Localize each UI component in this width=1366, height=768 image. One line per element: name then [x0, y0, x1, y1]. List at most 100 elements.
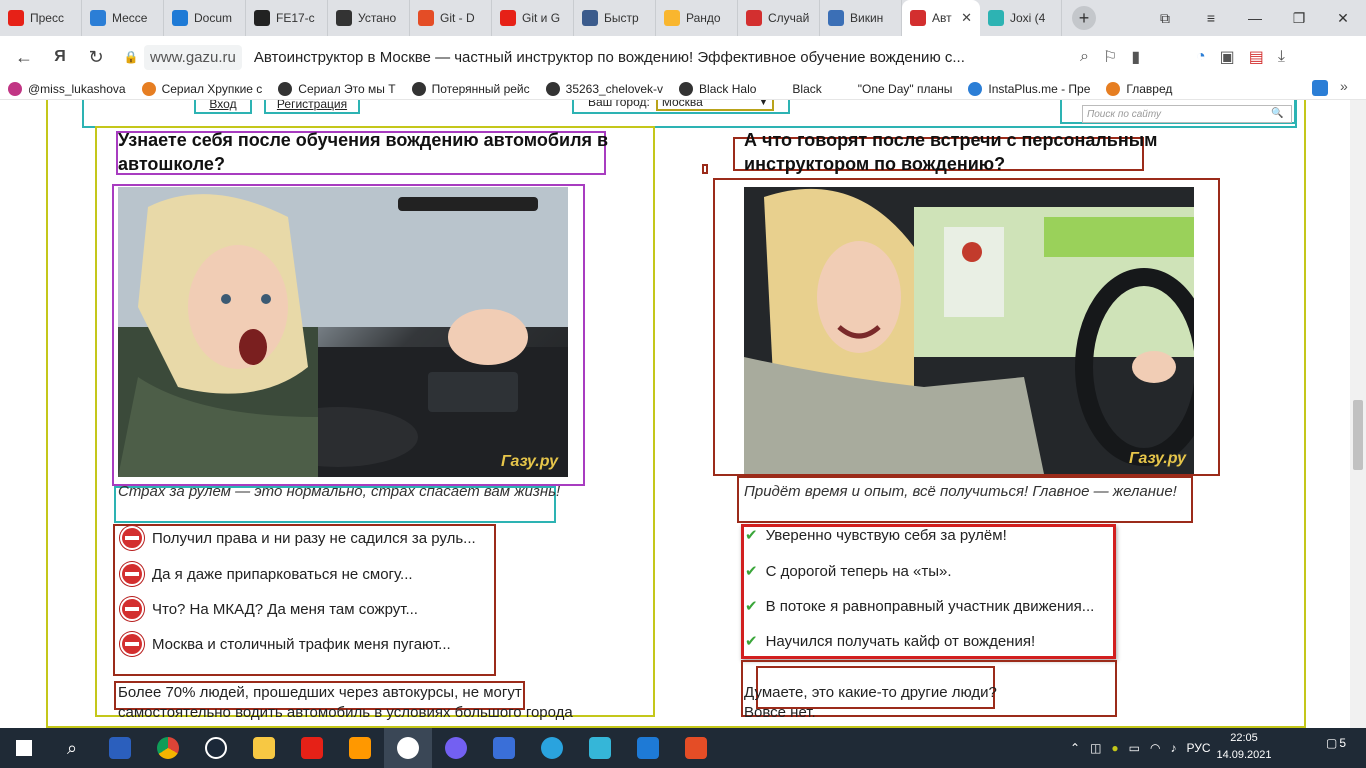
- language-indicator[interactable]: РУС: [1186, 741, 1210, 755]
- bookmark-item[interactable]: 35263_chelovek-v: [538, 81, 671, 96]
- browser-tab[interactable]: Пресс: [0, 0, 82, 36]
- bookmark-item[interactable]: Сериал Это мы Т: [270, 81, 403, 96]
- tab-favicon-icon: [336, 10, 352, 26]
- browser-tab[interactable]: Git и G: [492, 0, 574, 36]
- tab-favicon-icon: [828, 10, 844, 26]
- scrollbar-thumb[interactable]: [1353, 400, 1363, 470]
- bookmark-favicon-icon: [679, 81, 694, 96]
- site-search-input[interactable]: Поиск по сайту: [1082, 105, 1292, 123]
- register-link[interactable]: Регистрация: [264, 100, 360, 114]
- no-entry-icon: [120, 597, 144, 621]
- browser-tab[interactable]: Мессе: [82, 0, 164, 36]
- list-item: ✔ Научился получать кайф от вождения!: [745, 632, 1036, 651]
- bookmark-favicon-icon: [8, 81, 22, 96]
- browser-tab[interactable]: Авт ✕: [902, 0, 980, 36]
- chevron-up-icon[interactable]: ⌃: [1070, 741, 1080, 755]
- browser-tab[interactable]: Случай: [738, 0, 820, 36]
- chevron-down-icon: ▼: [758, 100, 768, 107]
- download-icon[interactable]: ⤓: [1278, 48, 1285, 66]
- notifications-icon[interactable]: ▢ 5: [1326, 736, 1346, 750]
- browser-tab[interactable]: Викин: [820, 0, 902, 36]
- login-link[interactable]: Вход: [194, 100, 252, 114]
- browser-tab[interactable]: Быстр: [574, 0, 656, 36]
- extensions-icon[interactable]: ⚐: [1103, 47, 1117, 67]
- tray-app-icon[interactable]: ●: [1111, 741, 1118, 755]
- wifi-icon[interactable]: ◠: [1150, 741, 1160, 755]
- right-paragraph-line2: Вовсе нет.: [744, 704, 816, 721]
- browser-tab[interactable]: FE17-c: [246, 0, 328, 36]
- back-icon[interactable]: ←: [6, 39, 42, 75]
- photo-illustration: [744, 187, 1194, 474]
- clock[interactable]: 22:05 14.09.2021: [1214, 730, 1274, 764]
- list-item: Да я даже припарковаться не смогу...: [120, 562, 413, 586]
- close-tab-icon[interactable]: ✕: [961, 10, 972, 26]
- bookmark-item[interactable]: Сериал Хрупкие с: [134, 81, 271, 96]
- camera-icon[interactable]: ◫: [1090, 741, 1101, 755]
- check-icon: ✔: [745, 598, 758, 615]
- app-floppy-icon[interactable]: [96, 728, 144, 768]
- downloads-menu-icon[interactable]: ≡: [1190, 0, 1232, 36]
- close-window-button[interactable]: ✕: [1322, 0, 1364, 36]
- site-search-icon[interactable]: 🔍: [1271, 108, 1283, 119]
- search-icon[interactable]: ⌕: [48, 728, 96, 768]
- protect-icon[interactable]: ◔: [1196, 48, 1206, 66]
- tab-search-icon[interactable]: ⧉: [1144, 0, 1186, 36]
- city-select[interactable]: Москва ▼: [655, 100, 774, 111]
- yandex-browser-icon[interactable]: [384, 728, 432, 768]
- city-label: Ваш город:: [588, 100, 650, 109]
- browser-tab[interactable]: Устано: [328, 0, 410, 36]
- bookmark-item[interactable]: Black: [764, 81, 829, 96]
- chat-icon[interactable]: [1312, 80, 1328, 96]
- bookmark-item[interactable]: "One Day" планы: [830, 81, 961, 96]
- youtube-icon[interactable]: [288, 728, 336, 768]
- battery-icon[interactable]: ▭: [1129, 741, 1140, 755]
- sublime-icon[interactable]: [336, 728, 384, 768]
- yandex-icon[interactable]: Я: [42, 39, 78, 75]
- bookmark-icon[interactable]: ▮: [1131, 47, 1140, 67]
- chrome-icon[interactable]: [144, 728, 192, 768]
- calculator-icon[interactable]: [480, 728, 528, 768]
- bookmark-favicon-icon: [278, 81, 293, 96]
- folder-icon[interactable]: [240, 728, 288, 768]
- page-scrollbar[interactable]: [1350, 100, 1366, 728]
- url-text[interactable]: www.gazu.ru: [144, 44, 242, 70]
- start-icon[interactable]: [0, 728, 48, 768]
- city-selector: Ваш город: Москва ▼: [572, 100, 790, 114]
- reload-icon[interactable]: ↻: [78, 39, 114, 75]
- bird-app-icon[interactable]: [576, 728, 624, 768]
- bookmark-label: Сериал Это мы Т: [298, 81, 396, 96]
- tab-label: Случай: [768, 11, 810, 25]
- browser-tab[interactable]: Рандо: [656, 0, 738, 36]
- no-entry-icon: [120, 526, 144, 550]
- browser-tab[interactable]: Docum: [164, 0, 246, 36]
- photo-illustration: [118, 187, 568, 477]
- viber-icon[interactable]: [432, 728, 480, 768]
- bookmark-item[interactable]: Black Halo: [671, 81, 764, 96]
- maximize-button[interactable]: ❐: [1278, 0, 1320, 36]
- bookmark-item[interactable]: Потерянный рейс: [404, 81, 538, 96]
- new-tab-button[interactable]: +: [1072, 6, 1096, 30]
- lock-icon[interactable]: 🔒: [124, 50, 139, 64]
- list-item: Что? На МКАД? Да меня там сожрут...: [120, 597, 418, 621]
- telegram-icon[interactable]: [528, 728, 576, 768]
- tab-label: Мессе: [112, 11, 148, 25]
- more-bookmarks-icon[interactable]: »: [1340, 78, 1348, 94]
- bookmark-item[interactable]: @miss_lukashova: [0, 81, 134, 96]
- volume-icon[interactable]: ♪: [1170, 741, 1176, 755]
- browser-tab[interactable]: Git - D: [410, 0, 492, 36]
- tab-favicon-icon: [664, 10, 680, 26]
- extension-badge-icon[interactable]: ▤: [1249, 47, 1264, 67]
- vscode-icon[interactable]: [624, 728, 672, 768]
- browser-tab[interactable]: Joxi (4: [980, 0, 1062, 36]
- tab-label: Устано: [358, 11, 397, 25]
- tab-label: FE17-c: [276, 11, 315, 25]
- minimize-button[interactable]: —: [1234, 0, 1276, 36]
- bookmark-label: Потерянный рейс: [431, 81, 530, 96]
- tab-label: Git - D: [440, 11, 475, 25]
- bookmark-item[interactable]: Главред: [1098, 81, 1180, 96]
- bookmark-item[interactable]: InstaPlus.me - Пре: [960, 81, 1098, 96]
- collections-icon[interactable]: ▣: [1220, 47, 1235, 67]
- steam-icon[interactable]: [192, 728, 240, 768]
- git-app-icon[interactable]: [672, 728, 720, 768]
- search-icon[interactable]: ⌕: [1080, 48, 1089, 66]
